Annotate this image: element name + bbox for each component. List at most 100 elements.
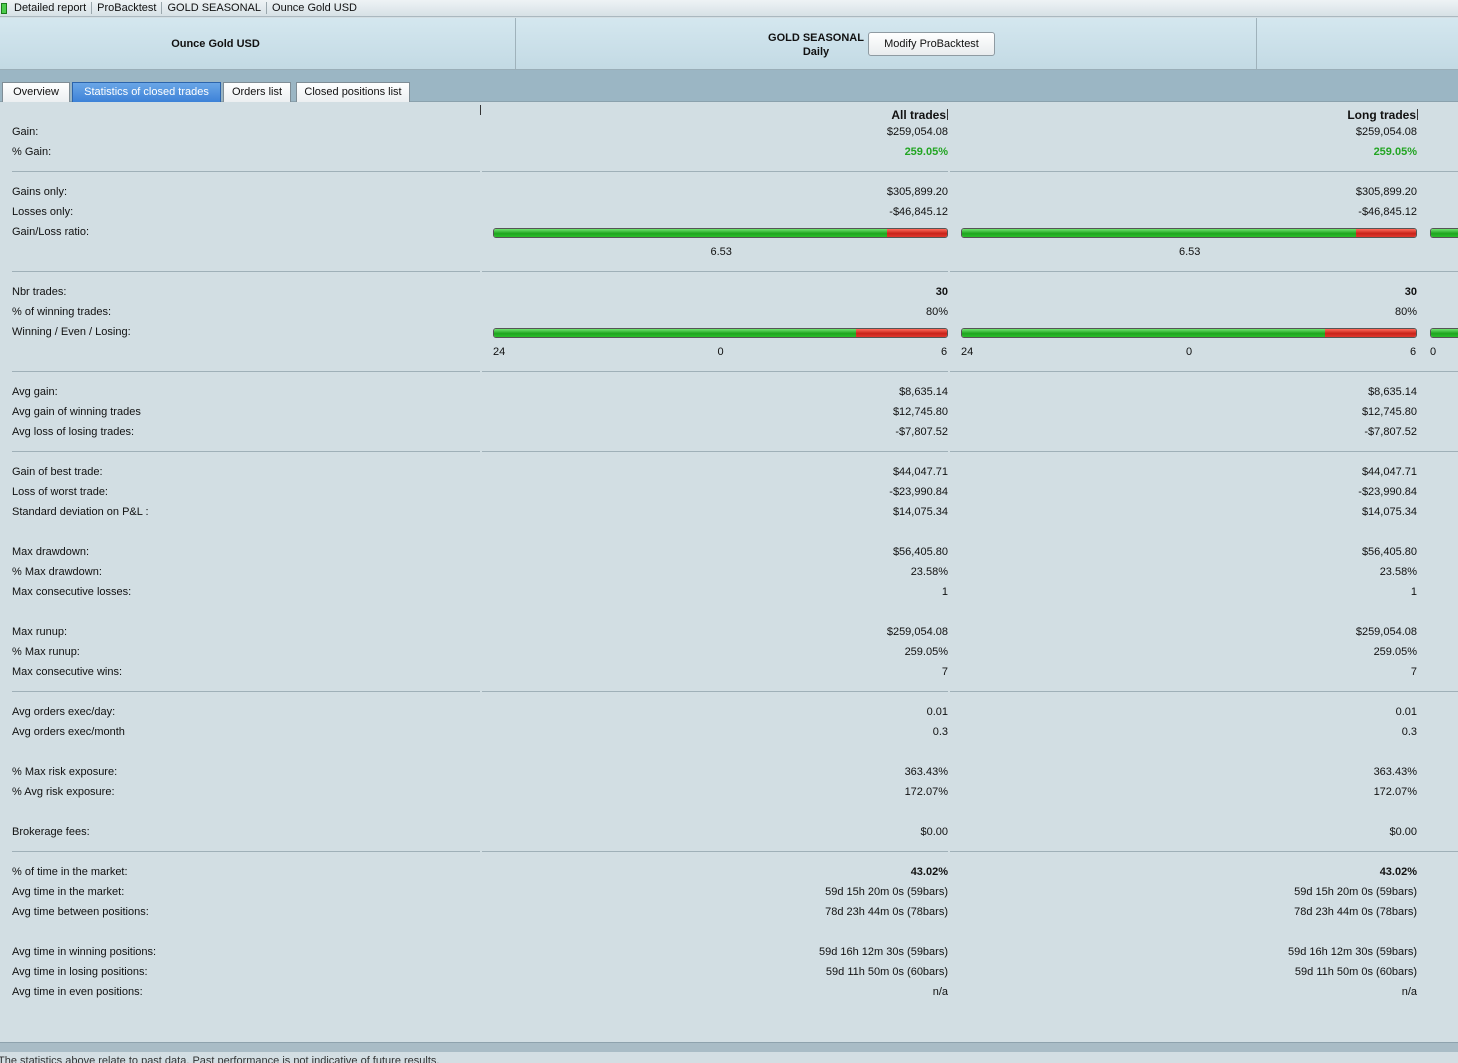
- value-avg-gain-win-long: $12,745.80: [1361, 406, 1417, 418]
- strategy-timeframe: Daily: [802, 46, 830, 58]
- value-avg-time-between-all: 78d 23h 44m 0s (78bars): [825, 906, 948, 918]
- losing-count-long: 6: [1410, 346, 1417, 358]
- modify-probacktest-button[interactable]: Modify ProBacktest: [868, 32, 995, 56]
- value-avg-loss-lose-long: -$7,807.52: [1364, 426, 1417, 438]
- value-time-lose-all: 59d 11h 50m 0s (60bars): [825, 966, 948, 978]
- strategy-panel: GOLD SEASONAL Daily Modify ProBacktest: [516, 18, 1257, 69]
- value-avg-time-market-long: 59d 15h 20m 0s (59bars): [1294, 886, 1417, 898]
- tab-overview[interactable]: Overview: [2, 82, 70, 102]
- gain-portion: [494, 229, 887, 237]
- value-avg-risk-all: 172.07%: [904, 786, 948, 798]
- section-divider: [12, 451, 1458, 452]
- value-max-runup-long: $259,054.08: [1355, 626, 1417, 638]
- value-avg-risk-long: 172.07%: [1373, 786, 1417, 798]
- label-pct-gain: % Gain:: [12, 146, 52, 158]
- short-trades-bar-partial: [1430, 228, 1458, 238]
- label-worst-trade: Loss of worst trade:: [12, 486, 108, 498]
- even-count-all: 0: [717, 346, 724, 358]
- label-max-consec-losses: Max consecutive losses:: [12, 586, 132, 598]
- label-pct-winning: % of winning trades:: [12, 306, 112, 318]
- report-titlebar: Detailed report ProBacktest GOLD SEASONA…: [0, 0, 1458, 17]
- tab-orders-list[interactable]: Orders list: [223, 82, 291, 102]
- label-max-risk: % Max risk exposure:: [12, 766, 118, 778]
- report-header: Ounce Gold USD GOLD SEASONAL Daily Modif…: [0, 18, 1458, 70]
- value-best-trade-long: $44,047.71: [1361, 466, 1417, 478]
- label-max-consec-wins: Max consecutive wins:: [12, 666, 123, 678]
- label-avg-loss-lose: Avg loss of losing trades:: [12, 426, 135, 438]
- loss-portion: [1355, 229, 1416, 237]
- instrument-name: Ounce Gold USD: [171, 37, 260, 50]
- section-divider: [12, 271, 1458, 272]
- label-pct-max-runup: % Max runup:: [12, 646, 80, 658]
- label-gain: Gain:: [12, 126, 39, 138]
- value-pct-winning-all: 80%: [925, 306, 948, 318]
- value-orders-day-all: 0.01: [926, 706, 948, 718]
- label-best-trade: Gain of best trade:: [12, 466, 103, 478]
- section-divider: [12, 691, 1458, 692]
- value-max-consec-losses-all: 1: [941, 586, 948, 598]
- section-divider: [12, 851, 1458, 852]
- label-max-runup: Max runup:: [12, 626, 68, 638]
- value-losses-only-all: -$46,845.12: [889, 206, 948, 218]
- label-gains-only: Gains only:: [12, 186, 68, 198]
- label-losses-only: Losses only:: [12, 206, 74, 218]
- column-header-long-trades: Long trades: [1347, 108, 1418, 122]
- crumb-strategy: GOLD SEASONAL: [162, 2, 268, 14]
- value-orders-day-long: 0.01: [1395, 706, 1417, 718]
- winning-count-long: 24: [961, 346, 974, 358]
- strategy-title: GOLD SEASONAL Daily: [768, 31, 864, 59]
- value-pct-max-dd-long: 23.58%: [1379, 566, 1417, 578]
- label-max-dd: Max drawdown:: [12, 546, 90, 558]
- label-wel: Winning / Even / Losing:: [12, 326, 131, 338]
- instrument-panel: Ounce Gold USD: [0, 18, 516, 69]
- value-time-even-long: n/a: [1401, 986, 1417, 998]
- gain-loss-ratio-bar-long: [961, 228, 1417, 238]
- loss-portion: [886, 229, 947, 237]
- value-max-consec-losses-long: 1: [1410, 586, 1417, 598]
- value-avg-gain-all: $8,635.14: [899, 386, 948, 398]
- winning-losing-bar-long: [961, 328, 1417, 338]
- value-worst-trade-all: -$23,990.84: [889, 486, 948, 498]
- label-avg-gain: Avg gain:: [12, 386, 58, 398]
- label-fees: Brokerage fees:: [12, 826, 90, 838]
- label-avg-risk: % Avg risk exposure:: [12, 786, 115, 798]
- value-max-consec-wins-long: 7: [1410, 666, 1417, 678]
- value-gain-long: $259,054.08: [1355, 126, 1417, 138]
- tab-closed-positions-list[interactable]: Closed positions list: [296, 82, 410, 102]
- label-nbr-trades: Nbr trades:: [12, 286, 67, 298]
- label-time-win: Avg time in winning positions:: [12, 946, 157, 958]
- value-pct-gain-all: 259.05%: [904, 146, 948, 158]
- value-pct-max-runup-all: 259.05%: [904, 646, 948, 658]
- value-time-market-long: 43.02%: [1379, 866, 1417, 878]
- value-gains-only-long: $305,899.20: [1355, 186, 1417, 198]
- value-fees-long: $0.00: [1389, 826, 1417, 838]
- value-nbr-trades-long: 30: [1404, 286, 1417, 298]
- value-fees-all: $0.00: [920, 826, 948, 838]
- footer-bar: [0, 1042, 1458, 1052]
- short-trades-bar-partial: [1430, 328, 1458, 338]
- value-pct-max-dd-all: 23.58%: [910, 566, 948, 578]
- value-best-trade-all: $44,047.71: [892, 466, 948, 478]
- report-icon: [1, 2, 7, 14]
- value-max-consec-wins-all: 7: [941, 666, 948, 678]
- value-max-dd-long: $56,405.80: [1361, 546, 1417, 558]
- value-gain-all: $259,054.08: [886, 126, 948, 138]
- column-separator: [480, 105, 481, 115]
- crumb-instrument: Ounce Gold USD: [272, 2, 357, 14]
- value-avg-gain-win-all: $12,745.80: [892, 406, 948, 418]
- losing-portion: [856, 329, 947, 337]
- column-header-all-trades: All trades: [891, 108, 948, 122]
- value-pct-gain-long: 259.05%: [1373, 146, 1417, 158]
- section-divider: [12, 171, 1458, 172]
- tab-statistics-closed-trades[interactable]: Statistics of closed trades: [72, 82, 221, 102]
- gain-loss-ratio-value-long: 6.53: [1179, 246, 1201, 258]
- winning-portion: [962, 329, 1326, 337]
- value-losses-only-long: -$46,845.12: [1358, 206, 1417, 218]
- label-avg-gain-win: Avg gain of winning trades: [12, 406, 141, 418]
- value-worst-trade-long: -$23,990.84: [1358, 486, 1417, 498]
- value-max-risk-all: 363.43%: [904, 766, 948, 778]
- value-time-win-long: 59d 16h 12m 30s (59bars): [1287, 946, 1417, 958]
- label-orders-day: Avg orders exec/day:: [12, 706, 116, 718]
- value-time-win-all: 59d 16h 12m 30s (59bars): [818, 946, 948, 958]
- value-gains-only-all: $305,899.20: [886, 186, 948, 198]
